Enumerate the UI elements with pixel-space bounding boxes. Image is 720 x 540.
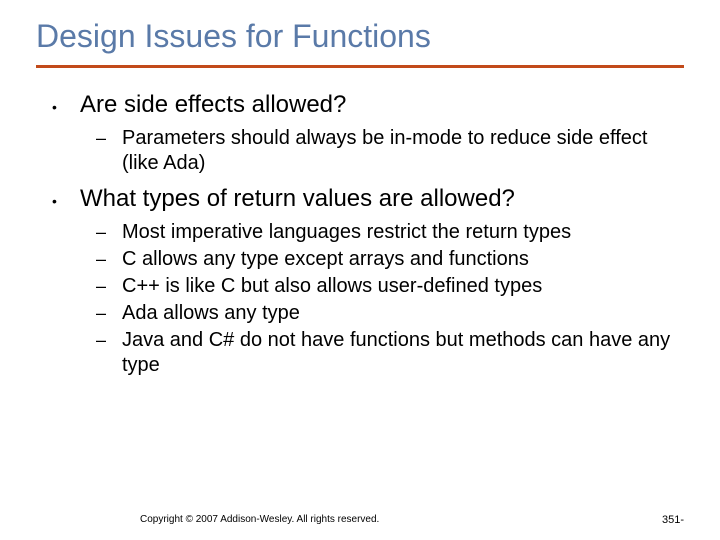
sub-item: – Java and C# do not have functions but … xyxy=(96,328,684,378)
sub-text: Ada allows any type xyxy=(122,301,300,326)
sub-text: C++ is like C but also allows user-defin… xyxy=(122,274,542,299)
sub-text: Java and C# do not have functions but me… xyxy=(122,328,684,378)
sub-text: Parameters should always be in-mode to r… xyxy=(122,126,684,176)
sub-item: – C allows any type except arrays and fu… xyxy=(96,247,684,272)
slide-title: Design Issues for Functions xyxy=(36,18,684,55)
bullet-item: • What types of return values are allowe… xyxy=(52,184,684,378)
slide: Design Issues for Functions • Are side e… xyxy=(0,0,720,378)
sub-marker: – xyxy=(96,128,122,149)
title-rule xyxy=(36,65,684,68)
copyright-text: Copyright © 2007 Addison-Wesley. All rig… xyxy=(140,514,379,526)
bullet-text: What types of return values are allowed? xyxy=(80,184,515,214)
sub-marker: – xyxy=(96,276,122,297)
sub-text: C allows any type except arrays and func… xyxy=(122,247,529,272)
sub-marker: – xyxy=(96,330,122,351)
sub-item: – Ada allows any type xyxy=(96,301,684,326)
sub-item: – Most imperative languages restrict the… xyxy=(96,220,684,245)
sub-item: – C++ is like C but also allows user-def… xyxy=(96,274,684,299)
sub-list: – Parameters should always be in-mode to… xyxy=(52,126,684,176)
sub-item: – Parameters should always be in-mode to… xyxy=(96,126,684,176)
sub-list: – Most imperative languages restrict the… xyxy=(52,220,684,378)
page-number: 351- xyxy=(662,514,684,526)
footer: Copyright © 2007 Addison-Wesley. All rig… xyxy=(0,514,720,526)
sub-marker: – xyxy=(96,303,122,324)
sub-text: Most imperative languages restrict the r… xyxy=(122,220,571,245)
bullet-marker: • xyxy=(52,99,80,115)
bullet-text: Are side effects allowed? xyxy=(80,90,346,120)
sub-marker: – xyxy=(96,222,122,243)
bullet-list: • Are side effects allowed? – Parameters… xyxy=(36,90,684,378)
sub-marker: – xyxy=(96,249,122,270)
bullet-item: • Are side effects allowed? – Parameters… xyxy=(52,90,684,176)
bullet-marker: • xyxy=(52,193,80,209)
